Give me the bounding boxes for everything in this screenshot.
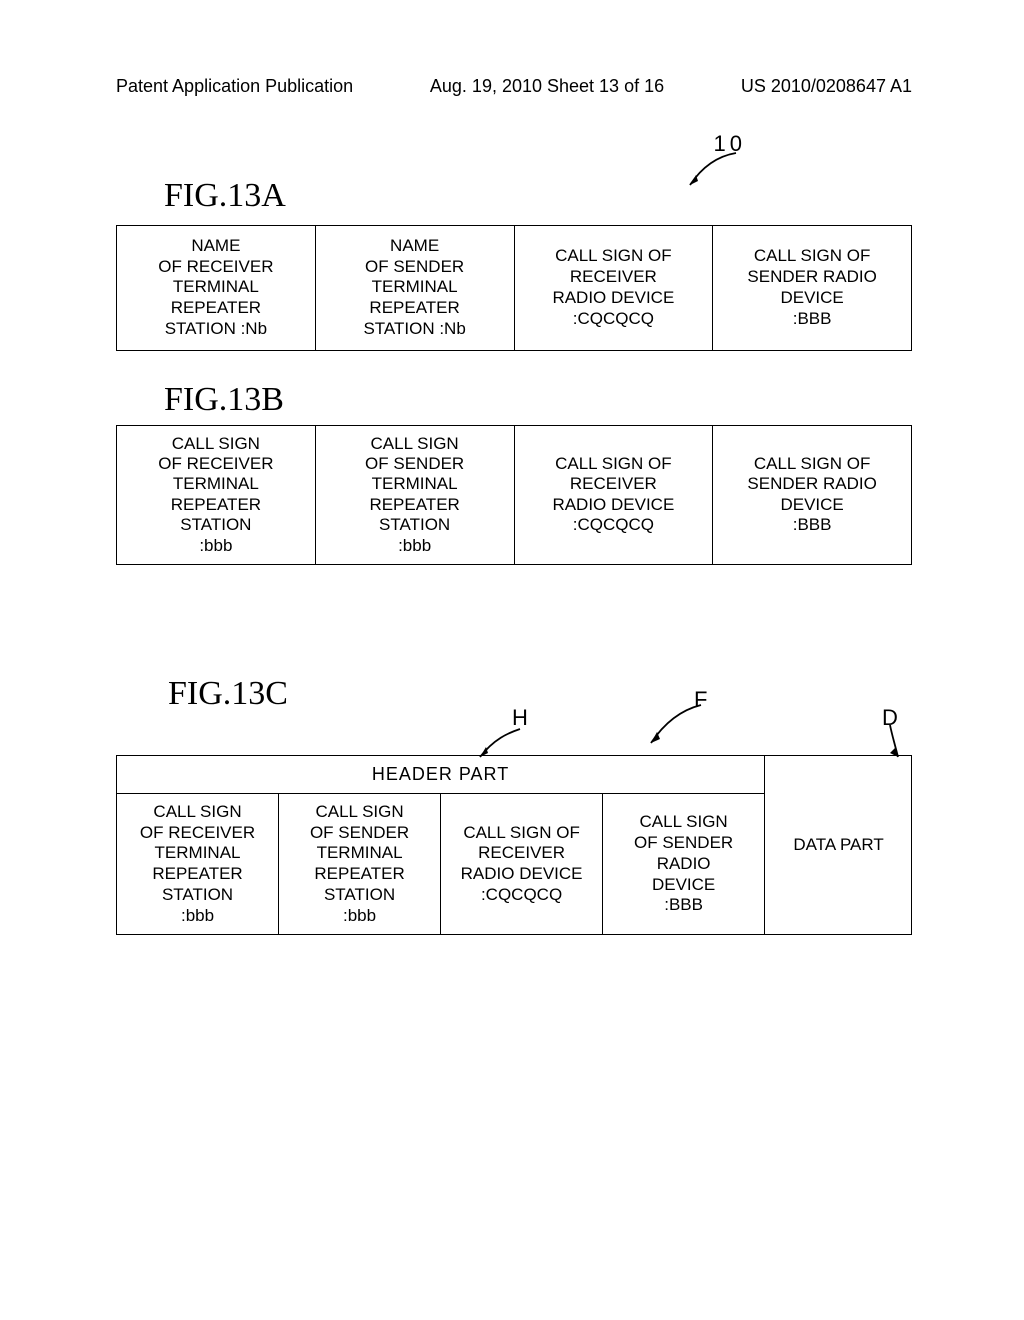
figure-13a-table: NAMEOF RECEIVERTERMINALREPEATERSTATION :…	[116, 225, 912, 351]
header-right: US 2010/0208647 A1	[741, 76, 912, 97]
header-center: Aug. 19, 2010 Sheet 13 of 16	[430, 76, 664, 97]
fig13a-cell-1: NAMEOF SENDERTERMINALREPEATERSTATION :Nb	[315, 226, 514, 350]
header-part-label: HEADER PART	[117, 756, 764, 794]
page-header: Patent Application Publication Aug. 19, …	[0, 0, 1024, 97]
fig13b-cell-0: CALL SIGNOF RECEIVERTERMINALREPEATERSTAT…	[117, 426, 315, 564]
figure-13c: FIG.13C H F D HEADER PART	[116, 675, 912, 935]
figure-13a-label: FIG.13A	[164, 177, 912, 215]
fig13c-cell-2: CALL SIGN OFRECEIVERRADIO DEVICE:CQCQCQ	[440, 794, 602, 934]
fig13c-cell-0: CALL SIGNOF RECEIVERTERMINALREPEATERSTAT…	[117, 794, 278, 934]
figure-13b-label: FIG.13B	[164, 381, 912, 419]
fig13b-cell-1: CALL SIGNOF SENDERTERMINALREPEATERSTATIO…	[315, 426, 514, 564]
fig13b-cell-2: CALL SIGN OFRECEIVERRADIO DEVICE:CQCQCQ	[514, 426, 713, 564]
data-part-label: DATA PART	[765, 756, 912, 934]
fig13c-cell-3: CALL SIGNOF SENDERRADIODEVICE:BBB	[602, 794, 764, 934]
fig13c-cell-1: CALL SIGNOF SENDERTERMINALREPEATERSTATIO…	[278, 794, 440, 934]
fig13a-cell-0: NAMEOF RECEIVERTERMINALREPEATERSTATION :…	[117, 226, 315, 350]
figure-13b-table: CALL SIGNOF RECEIVERTERMINALREPEATERSTAT…	[116, 425, 912, 565]
fig13a-cell-3: CALL SIGN OFSENDER RADIODEVICE:BBB	[712, 226, 911, 350]
figure-13c-table: HEADER PART CALL SIGNOF RECEIVERTERMINAL…	[116, 755, 912, 935]
figure-13b: FIG.13B CALL SIGNOF RECEIVERTERMINALREPE…	[116, 381, 912, 565]
figure-13a: FIG.13A 10 NAMEOF RECEIVERTERMINALREPEAT…	[116, 177, 912, 351]
fig13a-cell-2: CALL SIGN OFRECEIVERRADIO DEVICE:CQCQCQ	[514, 226, 713, 350]
fig13b-cell-3: CALL SIGN OFSENDER RADIODEVICE:BBB	[712, 426, 911, 564]
header-left: Patent Application Publication	[116, 76, 353, 97]
